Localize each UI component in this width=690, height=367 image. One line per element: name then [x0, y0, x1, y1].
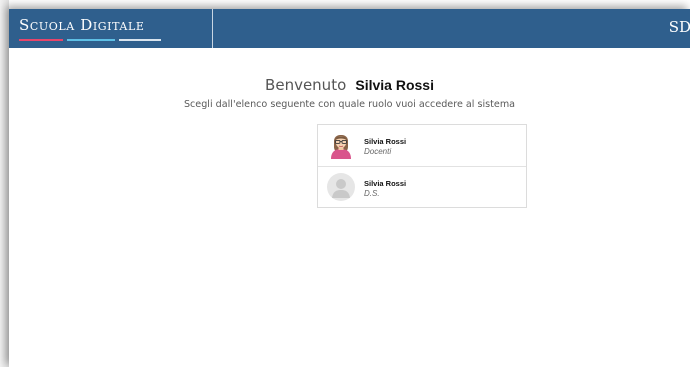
brand-underline-pink — [19, 39, 63, 41]
role-item-ds[interactable]: Silvia Rossi D.S. — [318, 166, 526, 207]
welcome-greeting: Benvenuto — [265, 76, 347, 94]
brand-underline-blue — [67, 39, 115, 41]
window-shadow — [0, 0, 9, 367]
role-label: Docenti — [364, 147, 392, 156]
default-user-avatar-icon — [327, 173, 355, 201]
role-label: D.S. — [364, 189, 380, 198]
welcome-user-name: Silvia Rossi — [355, 77, 434, 93]
teacher-avatar-icon — [327, 131, 355, 159]
brand-logo[interactable]: Scuola Digitale — [9, 9, 213, 48]
welcome-heading: Benvenuto Silvia Rossi — [9, 75, 690, 94]
top-bar: Scuola Digitale SD — [9, 9, 690, 48]
brand-title: Scuola Digitale — [19, 16, 145, 34]
brand-underline-light — [119, 39, 161, 41]
corner-logo: SD — [668, 18, 690, 36]
role-item-docenti[interactable]: Silvia Rossi Docenti — [318, 125, 526, 166]
role-instructions: Scegli dall'elenco seguente con quale ru… — [183, 99, 516, 110]
role-user-name: Silvia Rossi — [364, 137, 407, 146]
role-list: Silvia Rossi Docenti Silvia Rossi D.S. — [317, 124, 527, 208]
role-user-name: Silvia Rossi — [364, 179, 407, 188]
app-window: Scuola Digitale SD Benvenuto Silvia Ross… — [9, 9, 690, 367]
